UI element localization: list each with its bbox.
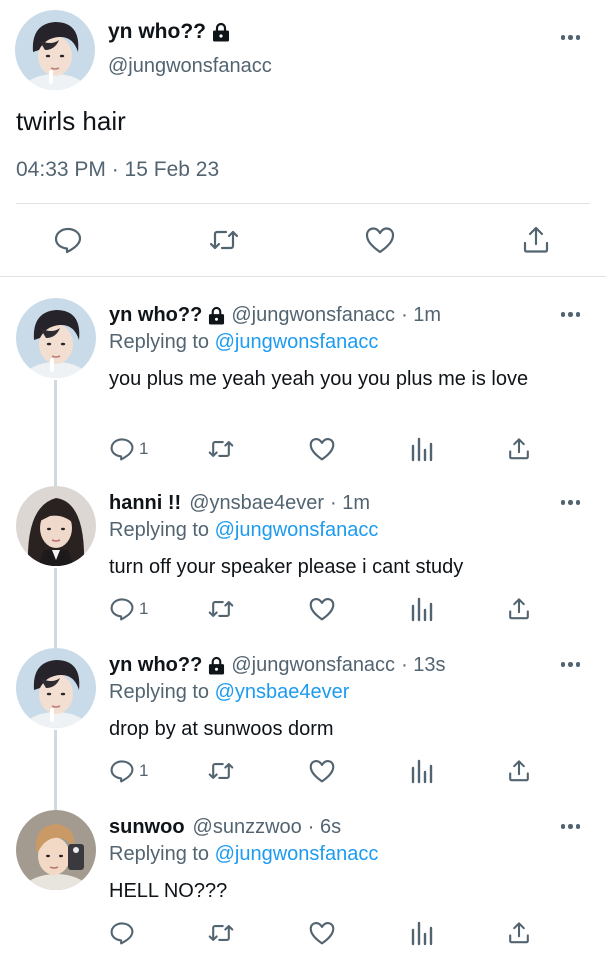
reply-header: sunwoo @sunzzwoo · 6s bbox=[109, 816, 341, 839]
analytics-icon[interactable] bbox=[409, 432, 433, 466]
more-icon[interactable] bbox=[560, 35, 580, 40]
reply-actions: 1 bbox=[0, 432, 606, 466]
avatar[interactable] bbox=[16, 810, 96, 890]
retweet-icon[interactable] bbox=[206, 916, 236, 950]
handle[interactable]: @jungwonsfanacc bbox=[231, 654, 395, 677]
avatar[interactable] bbox=[16, 486, 96, 566]
share-icon[interactable] bbox=[507, 754, 531, 788]
reply-count: 1 bbox=[139, 761, 149, 780]
share-icon[interactable] bbox=[507, 916, 531, 950]
like-icon[interactable] bbox=[308, 916, 336, 950]
reply-time[interactable]: · 1m bbox=[401, 304, 441, 327]
reply-text: you plus me yeah yeah you you plus me is… bbox=[109, 368, 529, 390]
replying-to: Replying to @ynsbae4ever bbox=[109, 681, 349, 704]
display-name[interactable]: sunwoo bbox=[109, 816, 185, 839]
reply-header: hanni !! @ynsbae4ever · 1m bbox=[109, 492, 370, 515]
replying-to-handle[interactable]: @ynsbae4ever bbox=[215, 681, 350, 703]
reply-count: 1 bbox=[139, 599, 149, 618]
tweet-text: twirls hair bbox=[16, 106, 126, 136]
analytics-icon[interactable] bbox=[409, 754, 433, 788]
more-icon[interactable] bbox=[560, 824, 580, 829]
reply-header: yn who?? @jungwonsfanacc · 1m bbox=[109, 304, 441, 327]
replying-to: Replying to @jungwonsfanacc bbox=[109, 519, 378, 542]
retweet-icon[interactable] bbox=[206, 592, 236, 626]
reply-icon[interactable] bbox=[46, 218, 90, 262]
lock-icon bbox=[208, 306, 225, 325]
replying-to-handle[interactable]: @jungwonsfanacc bbox=[215, 843, 379, 865]
avatar[interactable] bbox=[16, 298, 96, 378]
reply-time[interactable]: · 13s bbox=[401, 654, 445, 677]
handle[interactable]: @jungwonsfanacc bbox=[231, 304, 395, 327]
replying-prefix: Replying to bbox=[109, 843, 210, 865]
divider bbox=[16, 203, 590, 204]
replying-to: Replying to @jungwonsfanacc bbox=[109, 843, 378, 866]
avatar[interactable] bbox=[15, 10, 95, 90]
reply-icon[interactable]: 1 bbox=[109, 754, 148, 788]
replying-prefix: Replying to bbox=[109, 331, 210, 353]
reply-actions: 1 bbox=[0, 754, 606, 788]
replying-to-handle[interactable]: @jungwonsfanacc bbox=[215, 331, 379, 353]
main-tweet: yn who?? @jungwonsfanacc twirls hair 04:… bbox=[0, 0, 606, 277]
reply-actions: 1 bbox=[0, 592, 606, 626]
share-icon[interactable] bbox=[507, 432, 531, 466]
retweet-icon[interactable] bbox=[206, 754, 236, 788]
avatar[interactable] bbox=[16, 648, 96, 728]
handle[interactable]: @jungwonsfanacc bbox=[108, 55, 272, 78]
share-icon[interactable] bbox=[514, 218, 558, 262]
lock-icon bbox=[212, 22, 230, 42]
reply-icon[interactable] bbox=[109, 916, 139, 950]
tweet-timestamp[interactable]: 04:33 PM · 15 Feb 23 bbox=[16, 158, 219, 182]
like-icon[interactable] bbox=[308, 754, 336, 788]
reply-time[interactable]: · 6s bbox=[308, 816, 341, 839]
reply-text: turn off your speaker please i cant stud… bbox=[109, 556, 464, 578]
reply-text: HELL NO??? bbox=[109, 880, 228, 902]
like-icon[interactable] bbox=[308, 592, 336, 626]
more-icon[interactable] bbox=[560, 312, 580, 317]
display-name-text[interactable]: yn who?? bbox=[108, 20, 206, 44]
analytics-icon[interactable] bbox=[409, 916, 433, 950]
display-name[interactable]: yn who?? bbox=[109, 654, 202, 677]
divider bbox=[0, 276, 606, 277]
tweet-actions bbox=[0, 218, 606, 262]
retweet-icon[interactable] bbox=[206, 432, 236, 466]
reply-icon[interactable]: 1 bbox=[109, 432, 148, 466]
reply-actions bbox=[0, 916, 606, 950]
reply-time[interactable]: · 1m bbox=[330, 492, 370, 515]
reply-icon[interactable]: 1 bbox=[109, 592, 148, 626]
more-icon[interactable] bbox=[560, 500, 580, 505]
share-icon[interactable] bbox=[507, 592, 531, 626]
like-icon[interactable] bbox=[308, 432, 336, 466]
more-icon[interactable] bbox=[560, 662, 580, 667]
display-name[interactable]: yn who?? bbox=[109, 304, 202, 327]
replying-to-handle[interactable]: @jungwonsfanacc bbox=[215, 519, 379, 541]
handle[interactable]: @ynsbae4ever bbox=[189, 492, 324, 515]
replying-to: Replying to @jungwonsfanacc bbox=[109, 331, 378, 354]
display-name[interactable]: hanni !! bbox=[109, 492, 181, 515]
retweet-icon[interactable] bbox=[202, 218, 246, 262]
reply-count: 1 bbox=[139, 439, 149, 458]
like-icon[interactable] bbox=[358, 218, 402, 262]
lock-icon bbox=[208, 656, 225, 675]
reply-text: drop by at sunwoos dorm bbox=[109, 718, 334, 740]
replying-prefix: Replying to bbox=[109, 681, 210, 703]
reply-header: yn who?? @jungwonsfanacc · 13s bbox=[109, 654, 446, 677]
handle[interactable]: @sunzzwoo bbox=[193, 816, 302, 839]
replying-prefix: Replying to bbox=[109, 519, 210, 541]
analytics-icon[interactable] bbox=[409, 592, 433, 626]
display-name[interactable]: yn who?? bbox=[108, 20, 230, 44]
